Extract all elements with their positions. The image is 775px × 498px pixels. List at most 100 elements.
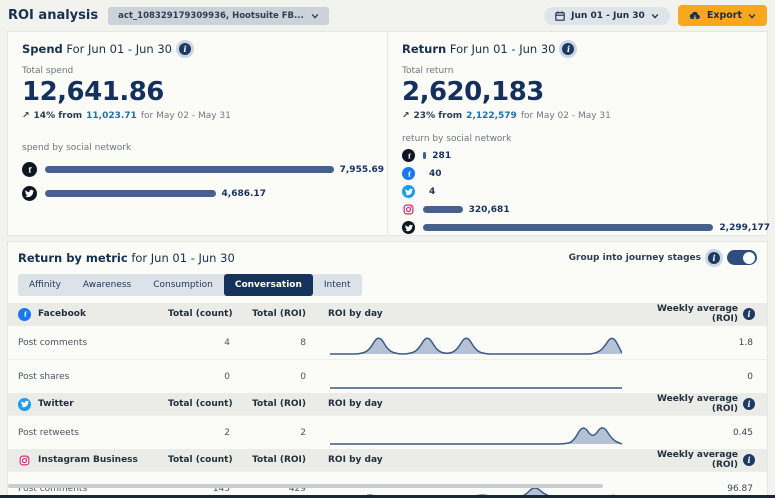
spend-return-card: Spend For Jun 01 - Jun 30 i Total spend … bbox=[7, 31, 768, 236]
spend-bar bbox=[45, 166, 334, 173]
facebook-icon: f bbox=[402, 149, 415, 162]
cloud-download-icon bbox=[689, 11, 701, 21]
metric-count: 2 bbox=[168, 428, 240, 438]
info-icon[interactable]: i bbox=[743, 454, 755, 466]
col-header-weekly: Weekly average (ROI) bbox=[636, 450, 738, 470]
table-row-fb-post-comments: Post comments 4 8 1.8 bbox=[8, 325, 767, 359]
spend-title: Spend For Jun 01 - Jun 30 i bbox=[22, 42, 373, 56]
facebook-icon: f bbox=[18, 308, 31, 321]
return-bar bbox=[423, 224, 713, 231]
col-header-roi: Total (ROI) bbox=[240, 309, 316, 319]
tab-conversation[interactable]: Conversation bbox=[224, 274, 313, 296]
spend-delta-pct: 14% from bbox=[34, 111, 83, 121]
return-bar-value: 2,299,177 bbox=[719, 223, 770, 233]
return-delta-pct: 23% from bbox=[414, 111, 463, 121]
return-prev-value-link[interactable]: 2,122,579 bbox=[466, 111, 517, 121]
twitter-icon bbox=[18, 398, 31, 411]
info-icon[interactable]: i bbox=[179, 43, 191, 55]
return-bar-facebook-dark: f 281 bbox=[402, 149, 753, 162]
metric-name: Post shares bbox=[8, 372, 168, 382]
col-header-roi: Total (ROI) bbox=[240, 455, 316, 465]
spend-bar-value: 7,955.69 bbox=[340, 165, 384, 175]
section-header-instagram: Instagram Business Total (count) Total (… bbox=[8, 449, 767, 471]
tab-consumption[interactable]: Consumption bbox=[142, 274, 224, 296]
tab-affinity[interactable]: Affinity bbox=[18, 274, 72, 296]
spend-bar-facebook: f 7,955.69 bbox=[22, 162, 373, 177]
table-row-tw-post-retweets: Post retweets 2 2 0.45 bbox=[8, 415, 767, 449]
col-header-count: Total (count) bbox=[168, 455, 240, 465]
spend-bar-twitter: 4,686.17 bbox=[22, 186, 373, 201]
instagram-icon bbox=[18, 454, 31, 467]
return-title-label: Return bbox=[402, 42, 446, 56]
col-header-roi-by-day: ROI by day bbox=[316, 399, 636, 409]
chevron-down-icon bbox=[651, 12, 659, 20]
metric-weekly-avg: 0.45 bbox=[636, 428, 767, 438]
spend-bar bbox=[45, 190, 216, 197]
section-network-name: Twitter bbox=[38, 399, 74, 409]
horizontal-scrollbar[interactable] bbox=[8, 484, 603, 488]
return-bar bbox=[423, 152, 426, 159]
metric-count: 0 bbox=[168, 372, 240, 382]
trend-up-icon: ↗ bbox=[22, 111, 30, 121]
section-header-facebook: f Facebook Total (count) Total (ROI) ROI… bbox=[8, 303, 767, 325]
twitter-icon bbox=[402, 185, 415, 198]
metric-weekly-avg: 96.87 bbox=[636, 484, 767, 494]
calendar-icon bbox=[555, 11, 565, 21]
metric-weekly-avg: 1.8 bbox=[636, 338, 767, 348]
tab-intent[interactable]: Intent bbox=[313, 274, 362, 296]
col-header-roi-by-day: ROI by day bbox=[316, 455, 636, 465]
trend-up-icon: ↗ bbox=[402, 111, 410, 121]
return-bar-twitter-dark: 2,299,177 bbox=[402, 221, 753, 234]
instagram-icon bbox=[402, 203, 415, 216]
col-header-count: Total (count) bbox=[168, 309, 240, 319]
export-button[interactable]: Export bbox=[678, 5, 767, 26]
metric-weekly-avg: 0 bbox=[636, 372, 767, 382]
facebook-icon: f bbox=[22, 162, 37, 177]
roi-sparkline bbox=[316, 329, 636, 357]
return-by-network-label: return by social network bbox=[402, 134, 753, 144]
spend-delta-period: for May 02 - May 31 bbox=[141, 111, 231, 121]
info-icon[interactable]: i bbox=[743, 398, 755, 410]
date-range-picker[interactable]: Jun 01 - Jun 30 bbox=[544, 7, 670, 25]
metric-roi: 0 bbox=[240, 372, 316, 382]
info-icon[interactable]: i bbox=[708, 252, 720, 264]
metric-name: Post retweets bbox=[8, 428, 168, 438]
col-header-weekly: Weekly average (ROI) bbox=[636, 304, 738, 324]
return-bar-twitter-blue: 4 bbox=[402, 185, 753, 198]
section-network-name: Facebook bbox=[38, 309, 86, 319]
total-return-value: 2,620,183 bbox=[402, 77, 753, 107]
section-header-twitter: Twitter Total (count) Total (ROI) ROI by… bbox=[8, 393, 767, 415]
return-bar-value: 281 bbox=[432, 151, 451, 161]
roi-sparkline bbox=[316, 419, 636, 447]
chevron-down-icon bbox=[311, 12, 319, 20]
group-journey-toggle[interactable] bbox=[727, 250, 757, 265]
twitter-icon bbox=[22, 186, 37, 201]
col-header-roi-by-day: ROI by day bbox=[316, 309, 636, 319]
tab-awareness[interactable]: Awareness bbox=[72, 274, 142, 296]
return-panel: Return For Jun 01 - Jun 30 i Total retur… bbox=[387, 32, 767, 235]
date-range-label: Jun 01 - Jun 30 bbox=[571, 11, 645, 21]
svg-text:f: f bbox=[407, 152, 411, 160]
return-period: For Jun 01 - Jun 30 bbox=[450, 42, 556, 56]
info-icon[interactable]: i bbox=[562, 43, 574, 55]
return-bar-facebook-blue: f 40 bbox=[402, 167, 753, 180]
col-header-weekly: Weekly average (ROI) bbox=[636, 394, 738, 414]
col-header-roi: Total (ROI) bbox=[240, 399, 316, 409]
export-button-label: Export bbox=[707, 10, 742, 21]
spend-prev-value-link[interactable]: 11,023.71 bbox=[86, 111, 137, 121]
spend-period: For Jun 01 - Jun 30 bbox=[66, 42, 172, 56]
svg-text:f: f bbox=[23, 311, 27, 319]
return-delta-period: for May 02 - May 31 bbox=[521, 111, 611, 121]
return-bar-value: 40 bbox=[429, 169, 442, 179]
metric-roi: 8 bbox=[240, 338, 316, 348]
info-icon[interactable]: i bbox=[743, 308, 755, 320]
return-delta: ↗ 23% from 2,122,579 for May 02 - May 31 bbox=[402, 111, 753, 121]
return-bar bbox=[423, 206, 463, 213]
metric-count: 4 bbox=[168, 338, 240, 348]
metric-name: Post comments bbox=[8, 338, 168, 348]
account-dropdown[interactable]: act_108329179309936, Hootsuite FB... bbox=[108, 7, 329, 25]
twitter-icon bbox=[402, 221, 415, 234]
metrics-period: for Jun 01 - Jun 30 bbox=[131, 251, 234, 265]
metric-roi: 2 bbox=[240, 428, 316, 438]
chevron-down-icon bbox=[748, 12, 756, 20]
